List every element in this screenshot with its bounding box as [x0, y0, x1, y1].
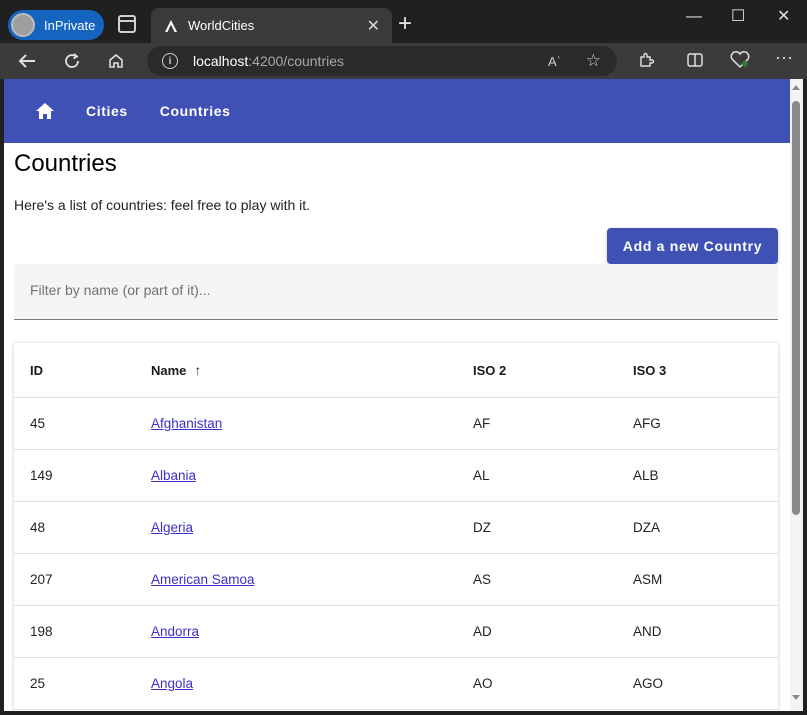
cell-id: 48	[30, 520, 46, 535]
tab-title: WorldCities	[188, 18, 255, 33]
tab-actions-icon[interactable]	[118, 15, 136, 33]
cell-iso2: AS	[473, 572, 492, 587]
countries-table: ID Name ↑ ISO 2 ISO 3 45 Afghanistan AF …	[14, 343, 778, 711]
cell-iso2: AF	[473, 416, 491, 431]
cell-id: 149	[30, 468, 53, 483]
site-info-icon[interactable]: i	[162, 53, 178, 69]
url-path: :4200/countries	[248, 53, 344, 69]
cell-iso3: AGO	[633, 676, 664, 691]
cell-iso2: AD	[473, 624, 492, 639]
profile-avatar	[11, 13, 35, 37]
scrollbar-thumb[interactable]	[792, 101, 800, 515]
column-header-id[interactable]: ID	[30, 343, 43, 397]
cell-iso3: DZA	[633, 520, 660, 535]
more-options-icon[interactable]: ···	[775, 47, 793, 68]
title-bar: InPrivate WorldCities ✕ + — ☐ ✕	[0, 0, 807, 43]
column-header-name-label: Name	[151, 362, 187, 378]
cell-name: Afghanistan	[151, 398, 222, 449]
column-header-name[interactable]: Name ↑	[151, 343, 201, 397]
scroll-down-arrow-icon[interactable]	[792, 695, 800, 700]
close-window-button[interactable]: ✕	[777, 6, 790, 26]
extensions-icon[interactable]	[637, 51, 655, 74]
cell-id: 45	[30, 416, 46, 431]
cell-iso3: ALB	[633, 468, 659, 483]
address-bar[interactable]: i localhost :4200/countries Aʾ ☆	[147, 46, 617, 76]
sort-ascending-icon: ↑	[194, 362, 202, 378]
inprivate-label: InPrivate	[44, 17, 96, 33]
nav-countries-link[interactable]: Countries	[160, 103, 231, 119]
home-browser-button[interactable]	[104, 49, 128, 73]
nav-cities-link[interactable]: Cities	[86, 103, 128, 119]
table-header-row: ID Name ↑ ISO 2 ISO 3	[14, 343, 778, 398]
filter-field[interactable]	[14, 264, 778, 320]
angular-favicon-icon	[163, 18, 179, 34]
cell-iso2: AL	[473, 468, 490, 483]
cell-iso2: DZ	[473, 520, 491, 535]
country-link[interactable]: Angola	[151, 676, 193, 691]
home-icon[interactable]	[34, 100, 56, 122]
table-row: 45 Afghanistan AF AFG	[14, 398, 778, 450]
table-row: 48 Algeria DZ DZA	[14, 502, 778, 554]
tab-worldcities[interactable]: WorldCities ✕	[151, 8, 392, 43]
table-row: 198 Andorra AD AND	[14, 606, 778, 658]
cell-id: 207	[30, 572, 53, 587]
cell-iso3: AFG	[633, 416, 661, 431]
browser-window: InPrivate WorldCities ✕ + — ☐ ✕ i localh…	[0, 0, 807, 715]
favorite-star-icon[interactable]: ☆	[586, 51, 601, 71]
filter-input[interactable]	[30, 282, 730, 298]
cell-name: Andorra	[151, 606, 199, 657]
cell-name: American Samoa	[151, 554, 255, 605]
page-scrollbar[interactable]	[790, 79, 803, 711]
country-link[interactable]: Algeria	[151, 520, 193, 535]
intro-text: Here's a list of countries: feel free to…	[14, 197, 311, 213]
column-header-iso3[interactable]: ISO 3	[633, 343, 666, 397]
add-country-button[interactable]: Add a new Country	[607, 228, 778, 264]
scroll-up-arrow-icon[interactable]	[792, 85, 800, 90]
minimize-button[interactable]: —	[686, 8, 702, 26]
home-outline-icon	[109, 53, 123, 68]
url-host: localhost	[193, 53, 249, 69]
cell-iso2: AO	[473, 676, 493, 691]
maximize-button[interactable]: ☐	[731, 6, 745, 26]
table-row: 149 Albania AL ALB	[14, 450, 778, 502]
cell-id: 25	[30, 676, 46, 691]
back-button[interactable]	[15, 49, 39, 73]
refresh-icon	[65, 53, 79, 68]
country-link[interactable]: American Samoa	[151, 572, 255, 587]
address-toolbar: i localhost :4200/countries Aʾ ☆ ···	[0, 43, 807, 79]
page-title: Countries	[14, 150, 117, 177]
page-viewport: Cities Countries Countries Here's a list…	[4, 79, 790, 711]
country-link[interactable]: Albania	[151, 468, 196, 483]
browser-essentials-icon[interactable]	[730, 51, 750, 74]
column-header-iso2[interactable]: ISO 2	[473, 343, 506, 397]
country-link[interactable]: Andorra	[151, 624, 199, 639]
app-toolbar: Cities Countries	[4, 79, 790, 143]
cell-iso3: AND	[633, 624, 662, 639]
read-aloud-icon[interactable]: Aʾ	[548, 54, 561, 69]
refresh-button[interactable]	[60, 49, 84, 73]
inprivate-badge[interactable]: InPrivate	[8, 10, 104, 40]
cell-name: Albania	[151, 450, 196, 501]
cell-name: Angola	[151, 658, 193, 709]
back-arrow-icon	[18, 54, 35, 68]
table-row: 207 American Samoa AS ASM	[14, 554, 778, 606]
split-screen-icon[interactable]	[686, 51, 704, 74]
tab-close-icon[interactable]: ✕	[367, 16, 380, 36]
country-link[interactable]: Afghanistan	[151, 416, 222, 431]
cell-name: Algeria	[151, 502, 193, 553]
table-row: 25 Angola AO AGO	[14, 658, 778, 710]
cell-id: 198	[30, 624, 53, 639]
new-tab-button[interactable]: +	[398, 12, 412, 36]
cell-iso3: ASM	[633, 572, 663, 587]
